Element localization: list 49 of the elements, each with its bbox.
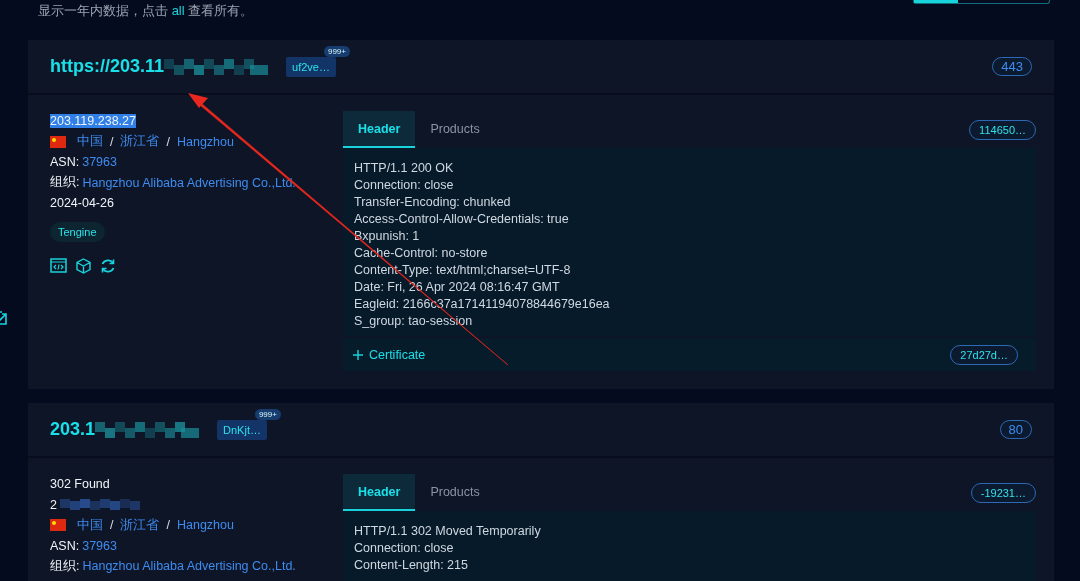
city-link[interactable]: Hangzhou	[176, 518, 234, 533]
tab[interactable]: Header	[343, 111, 416, 148]
view-toggle[interactable]	[913, 0, 1050, 4]
field-link[interactable]: 37963	[82, 155, 117, 170]
certificate-toggle[interactable]: Certificate	[353, 347, 426, 362]
field-link[interactable]: Hangzhou Alibaba Advertising Co.,Ltd.	[82, 175, 296, 190]
flag-icon	[50, 519, 66, 532]
count-badge: 999+	[254, 408, 281, 420]
tab[interactable]: Header	[343, 474, 416, 511]
code-icon[interactable]	[50, 258, 67, 273]
country-link[interactable]: 中国	[77, 133, 103, 151]
city-link[interactable]: Hangzhou	[176, 134, 234, 149]
response-header-text: HTTP/1.1 302 Moved Temporarily Connection: close Content-Length: 215	[354, 523, 542, 574]
field-label: 组织:	[50, 557, 80, 575]
result-title[interactable]: 203.1	[50, 419, 96, 440]
count-badge: 999+	[323, 45, 350, 57]
tab[interactable]: Products	[415, 111, 495, 148]
separator-text: /	[110, 134, 114, 149]
flag-icon	[50, 135, 66, 148]
result-title[interactable]: https://203.11	[50, 56, 165, 77]
port-badge[interactable]: 80	[999, 420, 1032, 439]
tag-chip[interactable]: uf2ve…	[286, 56, 336, 77]
ip-address[interactable]: 203.119.238.27	[50, 114, 136, 129]
separator-text: /	[166, 518, 170, 533]
notice-text: 显示一年内数据，点击 all 查看所有。	[38, 2, 254, 20]
field-link[interactable]: Hangzhou Alibaba Advertising Co.,Ltd.	[82, 559, 296, 574]
separator-text: /	[110, 518, 114, 533]
port-badge[interactable]: 443	[992, 57, 1032, 76]
hash-badge[interactable]: 27d27d…	[950, 344, 1018, 365]
separator-text: /	[166, 134, 170, 149]
province-link[interactable]: 浙江省	[120, 516, 160, 534]
external-link-icon[interactable]	[0, 310, 8, 326]
ip-address[interactable]: 2	[50, 497, 57, 512]
refresh-icon[interactable]	[100, 257, 116, 274]
province-link[interactable]: 浙江省	[120, 133, 160, 151]
field-link[interactable]: 37963	[82, 538, 117, 553]
field-label: ASN:	[50, 155, 80, 170]
tag-chip[interactable]: DnKjt…	[217, 419, 267, 440]
plus-icon	[353, 349, 363, 360]
hash-badge[interactable]: 114650…	[969, 119, 1036, 140]
hash-badge[interactable]: -19231…	[970, 482, 1036, 503]
info-text: 2024-04-26	[50, 196, 114, 211]
tech-tag[interactable]: Tengine	[50, 221, 105, 242]
tab[interactable]: Products	[415, 474, 495, 511]
cube-icon[interactable]	[76, 257, 91, 274]
field-label: 组织:	[50, 174, 80, 192]
country-link[interactable]: 中国	[77, 516, 103, 534]
info-text: 302 Found	[50, 477, 110, 492]
field-label: ASN:	[50, 538, 80, 553]
